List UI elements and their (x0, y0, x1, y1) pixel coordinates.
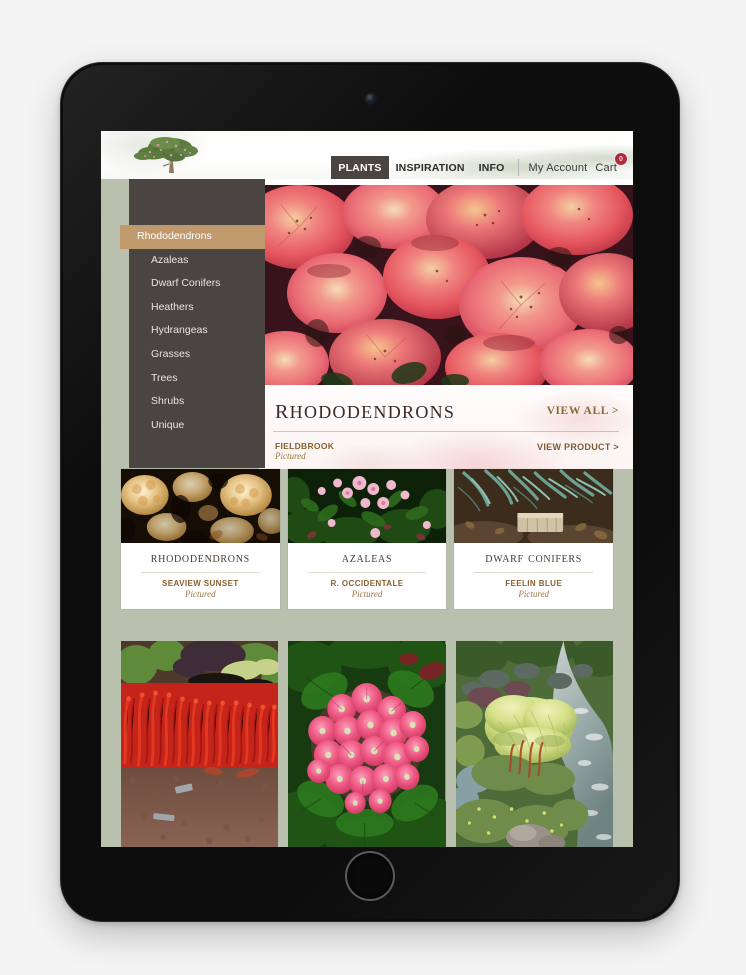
main-navigation: PLANTS INSPIRATION INFO My Account Cart … (331, 153, 627, 179)
card-photo[interactable] (121, 469, 280, 543)
card-plant-name: R. OCCIDENTALE (330, 579, 404, 588)
view-product-link[interactable]: VIEW PRODUCT > (537, 442, 619, 452)
sidebar-item-shrubs[interactable]: Shrubs (129, 390, 265, 414)
card-photo[interactable] (454, 469, 614, 543)
card-divider (474, 572, 594, 573)
sidebar-list: Rhododendrons Azaleas Dwarf Conifers Hea… (120, 225, 265, 438)
hero-photo[interactable] (259, 185, 633, 385)
card-title: Azaleas (341, 550, 393, 566)
category-cards-row: Rhododendrons SEAVIEW SUNSET Pictured (101, 469, 633, 609)
card-pictured-label: Pictured (518, 589, 549, 599)
tablet-device: PLANTS INSPIRATION INFO My Account Cart … (60, 62, 680, 922)
card-divider (307, 572, 427, 573)
sidebar-item-heathers[interactable]: Heathers (129, 296, 265, 320)
sidebar-item-azaleas[interactable]: Azaleas (129, 249, 265, 273)
bonsai-tree-logo-icon[interactable] (123, 133, 219, 177)
my-account-link[interactable]: My Account (525, 162, 592, 174)
sidebar-item-rhododendrons[interactable]: Rhododendrons (120, 225, 265, 249)
nav-divider (517, 159, 519, 176)
category-card[interactable]: Azaleas R. OCCIDENTALE Pictured (287, 469, 447, 609)
hero-title: Rhododendrons (275, 393, 456, 425)
cart-count-badge[interactable]: 0 (615, 153, 627, 165)
sidebar-item-hydrangeas[interactable]: Hydrangeas (129, 319, 265, 343)
hero-divider (273, 431, 619, 432)
browser-screen: PLANTS INSPIRATION INFO My Account Cart … (101, 131, 633, 847)
card-divider (141, 572, 260, 573)
hero-zone: Rhododendrons VIEW ALL > FIELDBROOK Pict… (101, 179, 633, 469)
gallery-photo-heather[interactable] (121, 641, 279, 847)
category-sidebar: Rhododendrons Azaleas Dwarf Conifers Hea… (120, 179, 265, 468)
card-body: Rhododendrons SEAVIEW SUNSET Pictured (121, 543, 280, 609)
card-plant-name: FEELIN BLUE (505, 579, 563, 588)
hero-panel: Rhododendrons VIEW ALL > FIELDBROOK Pict… (259, 179, 633, 469)
card-pictured-label: Pictured (351, 589, 383, 599)
nav-tab-plants[interactable]: PLANTS (331, 156, 389, 179)
gallery-photo-stream-garden[interactable] (455, 641, 613, 847)
sidebar-item-trees[interactable]: Trees (129, 367, 265, 391)
home-button-icon[interactable] (345, 851, 395, 901)
site-header: PLANTS INSPIRATION INFO My Account Cart … (101, 131, 633, 179)
hero-pictured-label: Pictured (275, 451, 306, 461)
hero-caption-bar: Rhododendrons VIEW ALL > FIELDBROOK Pict… (259, 385, 633, 469)
nav-tab-inspiration[interactable]: INSPIRATION (389, 156, 472, 179)
front-camera-icon (365, 94, 375, 103)
card-body: Azaleas R. OCCIDENTALE Pictured (288, 543, 447, 609)
account-group: My Account Cart 0 (525, 153, 627, 179)
view-all-link[interactable]: VIEW ALL > (547, 405, 619, 417)
gallery-row (101, 641, 633, 847)
card-pictured-label: Pictured (185, 589, 216, 599)
category-card[interactable]: Rhododendrons SEAVIEW SUNSET Pictured (121, 469, 280, 609)
card-title: Dwarf Conifers (485, 550, 583, 566)
sidebar-item-grasses[interactable]: Grasses (129, 343, 265, 367)
card-body: Dwarf Conifers FEELIN BLUE Pictured (454, 543, 613, 609)
category-card[interactable]: Dwarf Conifers FEELIN BLUE Pictured (454, 469, 614, 609)
sidebar-item-unique[interactable]: Unique (129, 414, 265, 438)
card-photo[interactable] (287, 469, 447, 543)
card-plant-name: SEAVIEW SUNSET (162, 579, 239, 588)
hero-plant-name: FIELDBROOK (275, 441, 335, 451)
nav-tab-info[interactable]: INFO (472, 156, 512, 179)
gallery-photo-hydrangea[interactable] (288, 641, 446, 847)
card-title: Rhododendrons (150, 550, 250, 566)
sidebar-item-dwarf-conifers[interactable]: Dwarf Conifers (129, 272, 265, 296)
